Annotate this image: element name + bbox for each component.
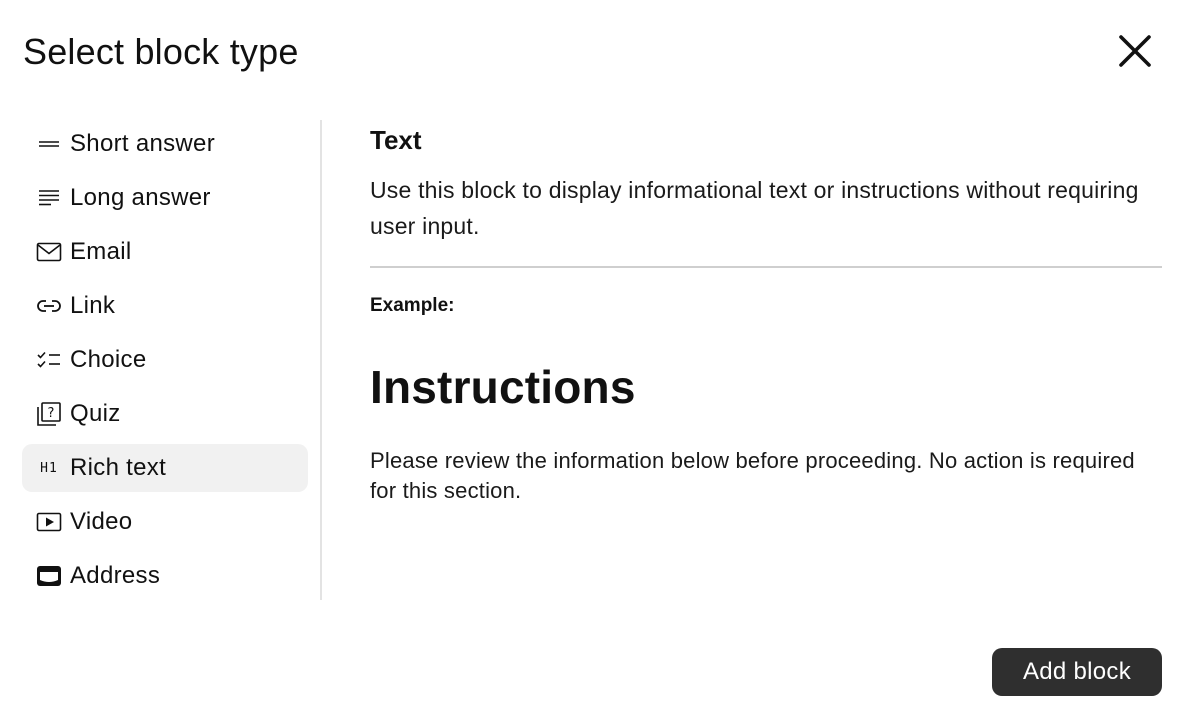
dialog-title: Select block type: [23, 31, 299, 72]
block-type-label: Short answer: [70, 130, 215, 157]
block-type-address[interactable]: Address: [22, 552, 308, 600]
block-type-label: Long answer: [70, 184, 211, 211]
short-answer-icon: [36, 131, 62, 157]
link-icon: [36, 293, 62, 319]
vertical-divider: [320, 120, 322, 600]
example-body: Please review the information below befo…: [370, 448, 1135, 503]
block-type-label: Rich text: [70, 454, 167, 481]
horizontal-divider: [370, 266, 1162, 268]
block-type-label: Link: [70, 292, 116, 319]
add-block-button[interactable]: Add block: [992, 648, 1162, 696]
block-type-short-answer[interactable]: Short answer: [22, 120, 308, 168]
block-type-rich-text[interactable]: H1 Rich text: [22, 444, 308, 492]
block-type-label: Quiz: [70, 400, 121, 427]
block-type-link[interactable]: Link: [22, 282, 308, 330]
choice-icon: [36, 347, 62, 373]
email-icon: [36, 239, 62, 265]
preview-title: Text: [370, 125, 422, 155]
block-type-choice[interactable]: Choice: [22, 336, 308, 384]
block-type-email[interactable]: Email: [22, 228, 308, 276]
quiz-icon: ?: [36, 401, 62, 427]
block-type-label: Choice: [70, 346, 147, 373]
select-block-dialog: Select block type Short answer Long answ…: [0, 0, 1188, 726]
block-type-label: Email: [70, 238, 132, 265]
heading-icon: H1: [36, 455, 62, 481]
close-icon: [1119, 35, 1151, 67]
block-preview-panel: Text Use this block to display informati…: [370, 122, 1162, 506]
example-heading: Instructions: [370, 361, 636, 413]
example-label: Example:: [370, 295, 455, 316]
block-type-list: Short answer Long answer Email Link Choi…: [22, 120, 308, 606]
svg-text:?: ?: [48, 406, 55, 421]
address-icon: [36, 563, 62, 589]
block-type-label: Address: [70, 562, 161, 589]
heading-icon-text: H1: [40, 460, 58, 476]
block-type-label: Video: [70, 508, 133, 535]
block-type-video[interactable]: Video: [22, 498, 308, 546]
close-button[interactable]: [1110, 26, 1160, 76]
video-icon: [36, 509, 62, 535]
block-type-long-answer[interactable]: Long answer: [22, 174, 308, 222]
preview-description: Use this block to display informational …: [370, 177, 1139, 239]
block-type-quiz[interactable]: ? Quiz: [22, 390, 308, 438]
long-answer-icon: [36, 185, 62, 211]
